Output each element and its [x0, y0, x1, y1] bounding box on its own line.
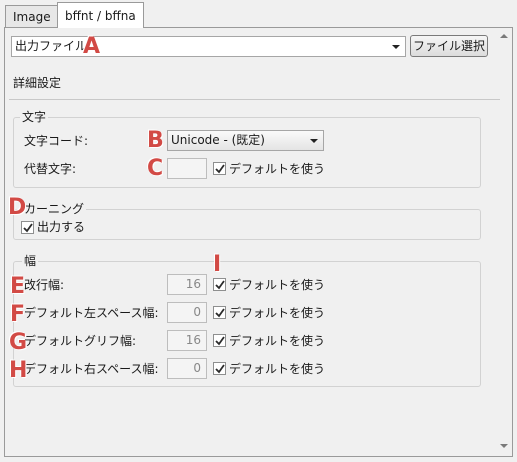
char-group-title: 文字 — [20, 110, 49, 124]
checkmark-icon — [215, 164, 225, 174]
marker-h: H — [9, 358, 28, 383]
kerning-output-label: 出力する — [37, 220, 86, 234]
details-separator — [9, 99, 500, 100]
kerning-output-checkbox[interactable] — [21, 221, 34, 234]
width-row-input[interactable]: 0 — [167, 358, 207, 379]
width-row-input[interactable]: 16 — [167, 274, 207, 295]
tab-image-label: Image — [13, 10, 51, 24]
width-row-default-label: デフォルトを使う — [229, 278, 326, 292]
scroll-down-arrow-icon[interactable] — [500, 444, 508, 448]
width-row-input[interactable]: 16 — [167, 330, 207, 351]
checkmark-icon — [23, 223, 33, 233]
width-row-input[interactable]: 0 — [167, 302, 207, 323]
width-row-default-checkbox[interactable] — [213, 278, 226, 291]
alt-char-default-label: デフォルトを使う — [229, 162, 326, 176]
alt-char-input[interactable] — [167, 158, 207, 179]
width-group-title: 幅 — [22, 254, 39, 268]
chevron-down-icon — [392, 45, 400, 49]
char-group — [13, 117, 481, 188]
width-row-default-label: デフォルトを使う — [229, 362, 326, 376]
tab-bffnt[interactable]: bffnt / bffna — [57, 2, 144, 28]
width-row-label: 改行幅: — [24, 278, 65, 292]
checkmark-icon — [215, 308, 225, 318]
alt-char-label: 代替文字: — [24, 162, 77, 176]
width-row-default-checkbox[interactable] — [213, 306, 226, 319]
char-code-label: 文字コード: — [24, 134, 89, 148]
width-row-default-checkbox[interactable] — [213, 334, 226, 347]
tab-bffnt-label: bffnt / bffna — [65, 9, 136, 23]
width-row-label: デフォルトグリフ幅: — [24, 334, 137, 348]
width-row-default-label: デフォルトを使う — [229, 334, 326, 348]
char-code-select[interactable]: Unicode - (既定) — [167, 130, 324, 151]
checkmark-icon — [215, 336, 225, 346]
marker-f: F — [10, 302, 26, 327]
width-row-label: デフォルト右スペース幅: — [24, 362, 159, 376]
alt-char-default-checkbox[interactable] — [213, 162, 226, 175]
output-file-combo[interactable]: 出力ファイル — [11, 36, 406, 57]
marker-a: A — [83, 34, 101, 59]
marker-c: C — [147, 156, 164, 181]
marker-i: I — [213, 252, 222, 277]
width-row-default-checkbox[interactable] — [213, 362, 226, 375]
checkmark-icon — [215, 280, 225, 290]
marker-b: B — [147, 128, 164, 153]
width-row-default-label: デフォルトを使う — [229, 306, 326, 320]
tab-image[interactable]: Image — [5, 5, 59, 27]
chevron-down-icon — [310, 139, 318, 143]
kerning-group-title: カーニング — [22, 202, 87, 216]
checkmark-icon — [215, 364, 225, 374]
output-file-label: 出力ファイル — [15, 39, 88, 53]
marker-e: E — [10, 274, 26, 299]
width-row-label: デフォルト左スペース幅: — [24, 306, 159, 320]
marker-g: G — [9, 330, 28, 355]
marker-d: D — [8, 195, 27, 220]
char-code-value: Unicode - (既定) — [171, 133, 265, 147]
tab-panel — [4, 27, 513, 457]
scroll-up-arrow-icon[interactable] — [500, 34, 508, 38]
vertical-scrollbar[interactable] — [495, 28, 512, 456]
select-file-button[interactable]: ファイル選択 — [410, 35, 488, 57]
details-header: 詳細設定 — [13, 76, 62, 90]
